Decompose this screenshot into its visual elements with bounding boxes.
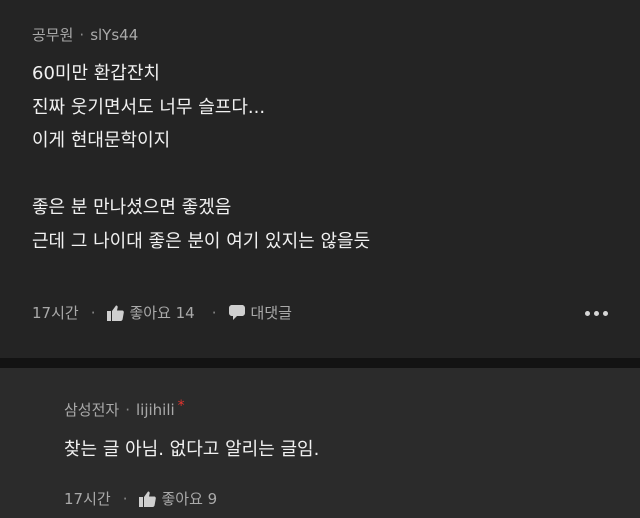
comment-actions: 17시간 · 좋아요 9 bbox=[64, 488, 222, 509]
action-separator: · bbox=[122, 489, 128, 508]
comment-line: 근데 그 나이대 좋은 분이 여기 있지는 않을듯 bbox=[32, 230, 371, 252]
more-button[interactable] bbox=[585, 311, 608, 316]
more-dots-icon bbox=[585, 311, 590, 316]
comment-meta: 공무원 · slYs44 bbox=[32, 24, 138, 45]
author-badge: * bbox=[177, 397, 185, 414]
author-company[interactable]: 공무원 bbox=[32, 24, 73, 45]
comment-card: 공무원 · slYs44 60미만 환갑잔치 진짜 웃기면서도 너무 슬프다..… bbox=[0, 0, 640, 358]
meta-separator: · bbox=[125, 400, 130, 419]
reply-card: 삼성전자 · lijihili * 찾는 글 아님. 없다고 알리는 글임. 1… bbox=[0, 368, 640, 518]
comment-divider bbox=[0, 358, 640, 368]
reply-button[interactable]: 대댓글 bbox=[228, 302, 292, 323]
author-company[interactable]: 삼성전자 bbox=[64, 399, 119, 420]
comment-line bbox=[32, 158, 370, 192]
comment-body: 60미만 환갑잔치 진짜 웃기면서도 너무 슬프다... 이게 현대문학이지 좋… bbox=[32, 57, 370, 258]
thumbs-up-icon bbox=[107, 305, 125, 321]
like-button[interactable]: 좋아요 14 bbox=[107, 302, 195, 323]
more-dots-icon bbox=[603, 311, 608, 316]
like-count: 좋아요 9 bbox=[161, 490, 218, 508]
comment-line: 진짜 웃기면서도 너무 슬프다... bbox=[32, 96, 266, 118]
thumbs-up-icon bbox=[139, 491, 157, 507]
comment-time: 17시간 bbox=[32, 304, 79, 322]
author-id[interactable]: slYs44 bbox=[90, 26, 138, 44]
comment-actions: 17시간 · 좋아요 14 · 대댓글 bbox=[32, 302, 297, 323]
comment-time: 17시간 bbox=[64, 490, 111, 508]
speech-bubble-icon bbox=[228, 305, 245, 320]
like-count: 좋아요 14 bbox=[129, 304, 195, 322]
like-button[interactable]: 좋아요 9 bbox=[139, 488, 217, 509]
action-separator: · bbox=[211, 303, 217, 322]
action-separator: · bbox=[90, 303, 96, 322]
more-dots-icon bbox=[594, 311, 599, 316]
meta-separator: · bbox=[79, 25, 85, 44]
comment-meta: 삼성전자 · lijihili * bbox=[64, 397, 185, 420]
comment-line: 60미만 환갑잔치 bbox=[32, 63, 160, 84]
comment-line: 찾는 글 아님. 없다고 알리는 글임. bbox=[64, 439, 320, 460]
reply-label: 대댓글 bbox=[250, 304, 292, 322]
comment-body: 찾는 글 아님. 없다고 알리는 글임. bbox=[64, 433, 319, 467]
author-id[interactable]: lijihili bbox=[136, 401, 175, 419]
comment-line: 좋은 분 만나셨으면 좋겠음 bbox=[32, 197, 232, 218]
comment-line: 이게 현대문학이지 bbox=[32, 130, 171, 151]
